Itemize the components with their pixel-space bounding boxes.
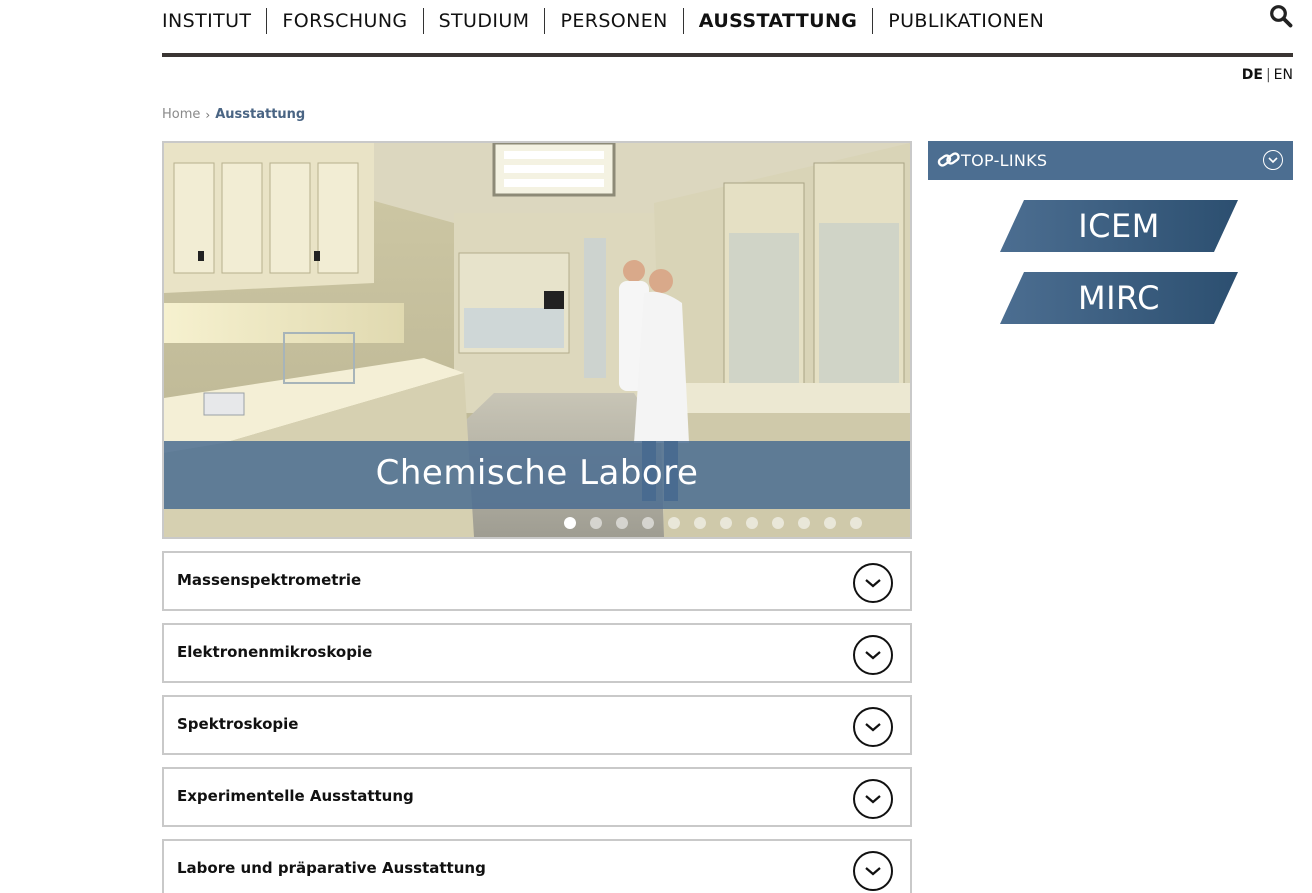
hero-slider[interactable]: Chemische Labore: [162, 141, 912, 539]
mirc-link-label: MIRC: [1077, 279, 1161, 317]
lang-de-link[interactable]: DE: [1242, 67, 1263, 83]
nav-item-institut[interactable]: INSTITUT: [162, 8, 266, 34]
slider-dot-2[interactable]: [590, 517, 602, 529]
accordion-title: Experimentelle Ausstattung: [177, 787, 414, 805]
slider-dot-4[interactable]: [642, 517, 654, 529]
language-switcher: DE | EN: [1242, 67, 1293, 83]
nav-item-ausstattung[interactable]: AUSSTATTUNG: [682, 8, 872, 34]
expand-toggle-button[interactable]: [853, 563, 893, 603]
expand-toggle-button[interactable]: [853, 635, 893, 675]
hero-caption-text: Chemische Labore: [375, 453, 699, 493]
expand-toggle-button[interactable]: [853, 851, 893, 891]
top-links-title: TOP-LINKS: [961, 151, 1048, 170]
slider-dot-12[interactable]: [850, 517, 862, 529]
slider-dot-8[interactable]: [746, 517, 758, 529]
nav-list: INSTITUT FORSCHUNG STUDIUM PERSONEN AUSS…: [162, 8, 1059, 34]
expand-toggle-button[interactable]: [853, 779, 893, 819]
chevron-down-icon: [865, 579, 881, 588]
accordion-item-experimentelle-ausstattung[interactable]: Experimentelle Ausstattung: [162, 767, 912, 827]
slider-dot-7[interactable]: [720, 517, 732, 529]
lang-separator: |: [1265, 67, 1271, 83]
slider-dot-6[interactable]: [694, 517, 706, 529]
expand-toggle-button[interactable]: [853, 707, 893, 747]
chevron-down-icon: [865, 867, 881, 876]
accordion-item-massenspektrometrie[interactable]: Massenspektrometrie: [162, 551, 912, 611]
top-links-header[interactable]: TOP-LINKS: [928, 141, 1293, 180]
nav-item-studium[interactable]: STUDIUM: [422, 8, 545, 34]
slider-dot-11[interactable]: [824, 517, 836, 529]
breadcrumb: Home › Ausstattung: [162, 107, 305, 122]
nav-item-publikationen[interactable]: PUBLIKATIONEN: [872, 8, 1059, 34]
nav-item-personen[interactable]: PERSONEN: [544, 8, 682, 34]
chevron-down-icon: [865, 723, 881, 732]
accordion-title: Elektronenmikroskopie: [177, 643, 373, 661]
slider-dot-3[interactable]: [616, 517, 628, 529]
slider-dot-5[interactable]: [668, 517, 680, 529]
slider-dot-9[interactable]: [772, 517, 784, 529]
lang-en-link[interactable]: EN: [1274, 67, 1293, 83]
accordion-item-labore[interactable]: Labore und präparative Ausstattung: [162, 839, 912, 893]
icem-link[interactable]: ICEM: [1000, 200, 1238, 252]
nav-item-forschung[interactable]: FORSCHUNG: [266, 8, 422, 34]
breadcrumb-home-link[interactable]: Home: [162, 107, 200, 122]
chevron-down-icon: [1268, 157, 1278, 164]
slider-dots: [564, 517, 862, 529]
accordion-title: Labore und präparative Ausstattung: [177, 859, 486, 877]
icem-link-label: ICEM: [1078, 207, 1160, 245]
mirc-link[interactable]: MIRC: [1000, 272, 1238, 324]
search-button[interactable]: [1269, 4, 1293, 28]
slider-dot-1[interactable]: [564, 517, 576, 529]
main-navigation: INSTITUT FORSCHUNG STUDIUM PERSONEN AUSS…: [162, 0, 1293, 57]
hero-caption: Chemische Labore: [164, 441, 910, 509]
breadcrumb-current: Ausstattung: [215, 107, 306, 122]
accordion-title: Massenspektrometrie: [177, 571, 362, 589]
chevron-down-icon: [865, 651, 881, 660]
accordion-item-elektronenmikroskopie[interactable]: Elektronenmikroskopie: [162, 623, 912, 683]
chevron-right-icon: ›: [205, 107, 211, 122]
top-links-toggle[interactable]: [1263, 150, 1283, 170]
accordion-item-spektroskopie[interactable]: Spektroskopie: [162, 695, 912, 755]
accordion-title: Spektroskopie: [177, 715, 299, 733]
link-icon: [937, 152, 960, 167]
search-icon: [1270, 5, 1293, 28]
chevron-down-icon: [865, 795, 881, 804]
slider-dot-10[interactable]: [798, 517, 810, 529]
